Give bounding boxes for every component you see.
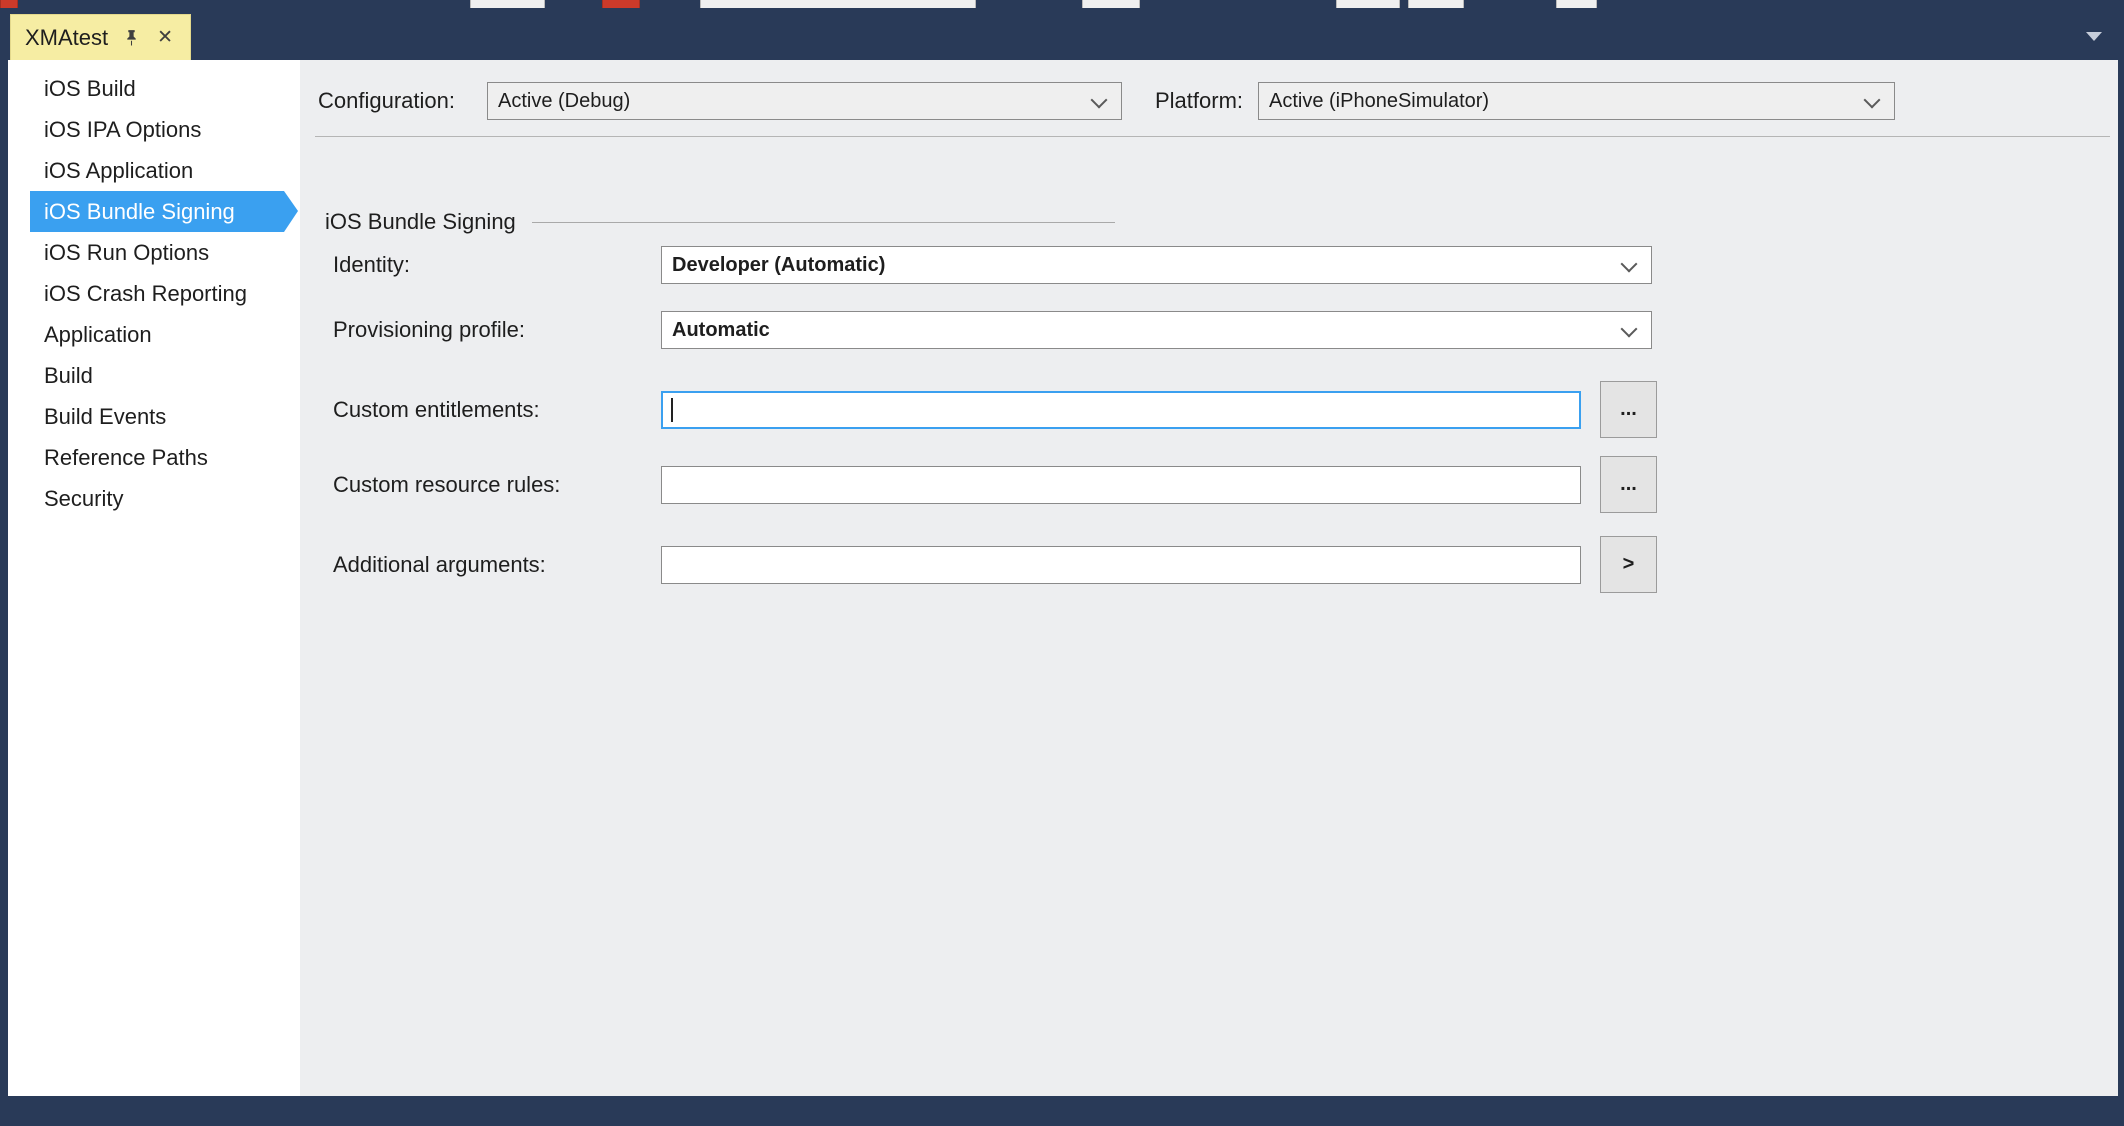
sidebar-item-application[interactable]: Application	[8, 314, 300, 355]
custom-resource-rules-row: Custom resource rules: ...	[300, 456, 2118, 513]
custom-entitlements-input[interactable]	[661, 391, 1581, 429]
section-header: iOS Bundle Signing	[325, 209, 1115, 234]
bundle-signing-panel: Configuration: Active (Debug) Platform: …	[300, 60, 2118, 1096]
custom-entitlements-row: Custom entitlements: ...	[300, 381, 2118, 438]
separator	[531, 221, 1115, 223]
sidebar-item-reference-paths[interactable]: Reference Paths	[8, 437, 300, 478]
text-caret	[671, 398, 673, 422]
custom-resource-rules-label: Custom resource rules:	[333, 472, 561, 497]
close-icon[interactable]: ✕	[154, 27, 176, 49]
toolbar-fragment	[0, 0, 18, 8]
custom-resource-rules-input[interactable]	[661, 466, 1581, 504]
toolbar-fragment	[1336, 0, 1400, 8]
additional-arguments-label: Additional arguments:	[333, 552, 546, 577]
sidebar-item-ios-crash-reporting[interactable]: iOS Crash Reporting	[8, 273, 300, 314]
toolbar-fragment	[602, 0, 640, 8]
sidebar-item-build[interactable]: Build	[8, 355, 300, 396]
sidebar-item-ios-bundle-signing[interactable]: iOS Bundle Signing	[30, 191, 298, 232]
provisioning-profile-dropdown[interactable]: Automatic	[661, 311, 1652, 349]
identity-value: Developer (Automatic)	[672, 254, 886, 276]
document-tab-bar: XMAtest ✕	[8, 8, 2118, 60]
tab-list-chevron-down-icon[interactable]	[2086, 32, 2102, 41]
separator	[315, 136, 2110, 137]
identity-row: Identity: Developer (Automatic)	[300, 236, 2118, 293]
additional-arguments-input[interactable]	[661, 546, 1581, 584]
vs-properties-window: XMAtest ✕ iOS Build iOS IPA Options iOS …	[0, 0, 2124, 1126]
identity-dropdown[interactable]: Developer (Automatic)	[661, 246, 1652, 284]
toolbar-remnant-strip	[0, 0, 2124, 8]
sidebar-item-ios-run-options[interactable]: iOS Run Options	[8, 232, 300, 273]
sidebar-item-build-events[interactable]: Build Events	[8, 396, 300, 437]
platform-value: Active (iPhoneSimulator)	[1269, 90, 1490, 112]
additional-arguments-expand-button[interactable]: >	[1600, 536, 1657, 593]
chevron-down-icon	[1863, 91, 1881, 109]
configuration-value: Active (Debug)	[498, 90, 631, 112]
sidebar-item-security[interactable]: Security	[8, 478, 300, 519]
section-title: iOS Bundle Signing	[325, 209, 516, 234]
chevron-down-icon	[1090, 91, 1108, 109]
additional-arguments-row: Additional arguments: >	[300, 536, 2118, 593]
configuration-dropdown[interactable]: Active (Debug)	[487, 82, 1122, 120]
toolbar-fragment	[700, 0, 976, 8]
toolbar-fragment	[1408, 0, 1464, 8]
platform-label: Platform:	[1155, 88, 1244, 113]
toolbar-fragment	[1556, 0, 1597, 8]
configuration-label: Configuration:	[318, 88, 455, 113]
platform-dropdown[interactable]: Active (iPhoneSimulator)	[1258, 82, 1895, 120]
provisioning-profile-label: Provisioning profile:	[333, 317, 525, 342]
identity-label: Identity:	[333, 252, 411, 277]
chevron-down-icon	[1620, 320, 1638, 338]
pin-icon[interactable]	[120, 27, 142, 49]
chevron-down-icon	[1620, 255, 1638, 273]
sidebar-item-ios-ipa-options[interactable]: iOS IPA Options	[8, 109, 300, 150]
custom-resource-rules-browse-button[interactable]: ...	[1600, 456, 1657, 513]
tab-title: XMAtest	[25, 24, 109, 50]
provisioning-profile-value: Automatic	[672, 319, 770, 341]
custom-entitlements-label: Custom entitlements:	[333, 397, 540, 422]
toolbar-fragment	[470, 0, 545, 8]
toolbar-fragment	[1082, 0, 1140, 8]
sidebar-item-ios-build[interactable]: iOS Build	[8, 68, 300, 109]
sidebar-item-ios-application[interactable]: iOS Application	[8, 150, 300, 191]
provisioning-profile-row: Provisioning profile: Automatic	[300, 301, 2118, 358]
custom-entitlements-browse-button[interactable]: ...	[1600, 381, 1657, 438]
property-pages-sidebar: iOS Build iOS IPA Options iOS Applicatio…	[8, 60, 300, 1096]
tab-xmatest[interactable]: XMAtest ✕	[10, 14, 192, 60]
